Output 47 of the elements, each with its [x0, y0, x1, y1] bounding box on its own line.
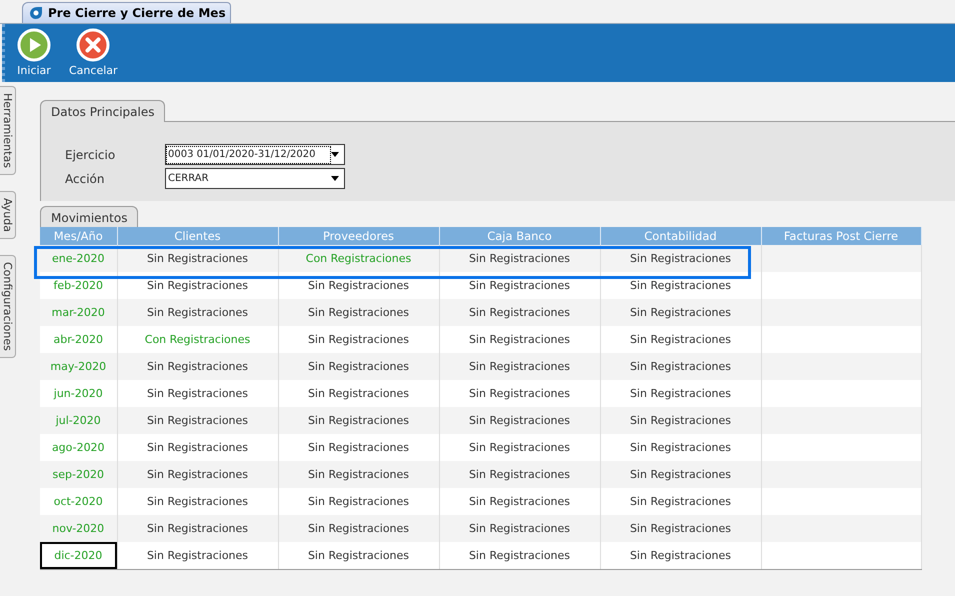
table-cell: Sin Registraciones [439, 353, 600, 380]
table-cell: Sin Registraciones [278, 299, 439, 326]
table-cell: jul-2020 [40, 407, 117, 434]
table-cell: Sin Registraciones [117, 353, 278, 380]
start-button[interactable]: Iniciar [11, 28, 57, 77]
table-cell: dic-2020 [40, 542, 117, 569]
table-cell: mar-2020 [40, 299, 117, 326]
cancel-button[interactable]: Cancelar [63, 28, 124, 77]
table-cell: Sin Registraciones [278, 407, 439, 434]
side-tab[interactable]: Ayuda [0, 190, 16, 239]
table-cell: Sin Registraciones [600, 353, 761, 380]
table-cell: Sin Registraciones [278, 542, 439, 569]
side-tab[interactable]: Configuraciones [0, 254, 16, 358]
table-cell: Sin Registraciones [439, 542, 600, 569]
play-icon [17, 28, 51, 62]
table-cell: nov-2020 [40, 515, 117, 542]
window-tab[interactable]: Pre Cierre y Cierre de Mes [22, 2, 231, 23]
table-cell: Sin Registraciones [117, 461, 278, 488]
table-cell: Sin Registraciones [600, 461, 761, 488]
field-label: Acción [65, 172, 106, 186]
side-tab[interactable]: Herramientas [0, 86, 16, 175]
table-cell: Sin Registraciones [117, 407, 278, 434]
field-label: Ejercicio [65, 148, 116, 162]
dropdown[interactable]: 0003 01/01/2020-31/12/2020 [165, 144, 345, 165]
section-tab[interactable]: Datos Principales [40, 100, 166, 122]
table-cell: Sin Registraciones [117, 542, 278, 569]
table-cell: Sin Registraciones [600, 407, 761, 434]
table-cell: Sin Registraciones [117, 515, 278, 542]
table-cell: Sin Registraciones [278, 515, 439, 542]
table-cell: Sin Registraciones [439, 407, 600, 434]
table-cell: Sin Registraciones [439, 461, 600, 488]
caret-icon [330, 152, 340, 158]
table-cell: may-2020 [40, 353, 117, 380]
table-cell: Sin Registraciones [439, 515, 600, 542]
table-cell: Sin Registraciones [278, 461, 439, 488]
table-cell: Sin Registraciones [278, 353, 439, 380]
table-cell: Sin Registraciones [117, 299, 278, 326]
table-cell: Sin Registraciones [439, 299, 600, 326]
close-icon [76, 28, 110, 62]
table-cell: Sin Registraciones [600, 299, 761, 326]
table-cell: sep-2020 [40, 461, 117, 488]
app-logo-icon [29, 6, 43, 20]
dropdown[interactable]: CERRAR [165, 168, 345, 189]
table-cell: Sin Registraciones [600, 515, 761, 542]
caret-icon [330, 176, 340, 182]
section-tab[interactable]: Movimientos [40, 206, 138, 228]
table-cell: Sin Registraciones [600, 542, 761, 569]
